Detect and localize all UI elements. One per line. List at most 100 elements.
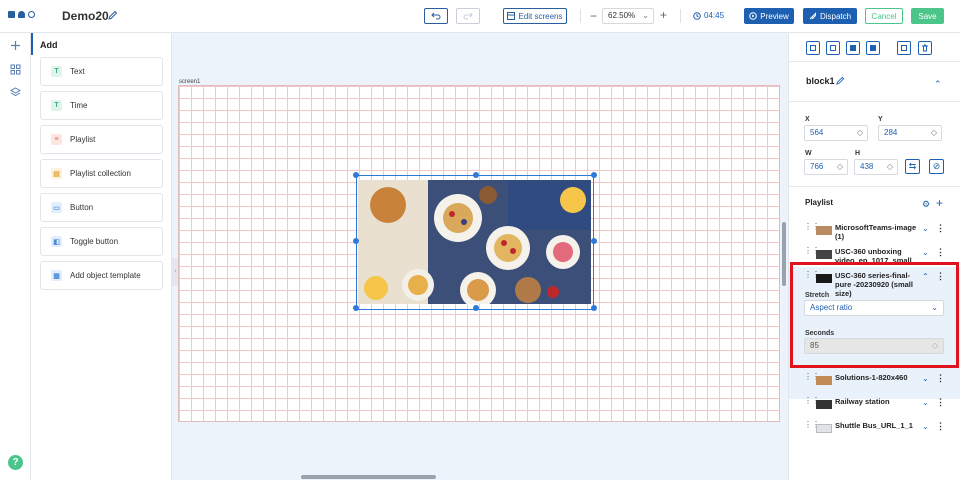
rocket-icon bbox=[809, 12, 816, 20]
drag-handle-icon[interactable]: ⋮⋮ bbox=[804, 223, 820, 231]
divider bbox=[789, 101, 960, 102]
resize-handle[interactable] bbox=[591, 305, 597, 311]
h-input[interactable]: 438 ◇ bbox=[854, 159, 898, 175]
add-playlist-collection-item[interactable]: ▤ Playlist collection bbox=[40, 159, 163, 188]
y-label: Y bbox=[878, 116, 883, 123]
add-time-item[interactable]: T Time bbox=[40, 91, 163, 120]
add-item-label: Toggle button bbox=[70, 237, 119, 246]
add-panel: Add T Text T Time ≡ Playlist ▤ Playlist … bbox=[31, 33, 172, 480]
drag-handle-icon[interactable]: ⋮⋮ bbox=[804, 421, 820, 429]
redo-icon bbox=[463, 12, 473, 20]
y-input[interactable]: 284 ◇ bbox=[878, 125, 942, 141]
h-value: 438 bbox=[860, 162, 874, 171]
cancel-button[interactable]: Cancel bbox=[865, 8, 903, 24]
add-item-label: Playlist collection bbox=[70, 169, 131, 178]
stepper-icon[interactable]: ◇ bbox=[887, 160, 893, 174]
bring-to-front-icon[interactable] bbox=[846, 41, 860, 55]
selected-block[interactable] bbox=[353, 172, 597, 311]
resize-handle[interactable] bbox=[353, 238, 359, 244]
add-button-item[interactable]: ▭ Button bbox=[40, 193, 163, 222]
left-rail: ? bbox=[0, 33, 31, 480]
add-playlist-item[interactable]: ≡ Playlist bbox=[40, 125, 163, 154]
vertical-scrollbar[interactable] bbox=[782, 222, 786, 286]
save-button[interactable]: Save bbox=[911, 8, 944, 24]
add-toggle-button-item[interactable]: ◧ Toggle button bbox=[40, 227, 163, 256]
drag-handle-icon[interactable]: ⋮⋮ bbox=[804, 373, 820, 381]
edit-screens-button[interactable]: Edit screens bbox=[503, 8, 567, 24]
playlist-item[interactable]: ⋮⋮ Railway station ⌄ ⋮ bbox=[804, 394, 954, 416]
zoom-value: 62.50% bbox=[608, 11, 636, 20]
zoom-select[interactable]: 62.50% ⌄ bbox=[602, 8, 654, 24]
chevron-down-icon[interactable]: ⌄ bbox=[922, 374, 929, 383]
bring-forward-icon[interactable] bbox=[806, 41, 820, 55]
cancel-label: Cancel bbox=[871, 11, 897, 21]
add-text-item[interactable]: T Text bbox=[40, 57, 163, 86]
playlist-item[interactable]: ⋮⋮ Solutions-1-820x460 ⌄ ⋮ bbox=[804, 370, 954, 392]
send-backward-icon[interactable] bbox=[826, 41, 840, 55]
toggle-button-icon: ◧ bbox=[51, 236, 62, 247]
add-item-label: Text bbox=[70, 67, 85, 76]
playlist-icon: ≡ bbox=[51, 134, 62, 145]
duplicate-icon[interactable] bbox=[897, 41, 911, 55]
zoom-in-button[interactable]: + bbox=[660, 8, 667, 22]
drag-handle-icon[interactable]: ⋮⋮ bbox=[804, 247, 820, 255]
divider bbox=[789, 186, 960, 187]
resize-handle[interactable] bbox=[473, 172, 479, 178]
swap-dimensions-icon[interactable]: ⇆ bbox=[905, 159, 920, 174]
more-vertical-icon[interactable]: ⋮ bbox=[936, 247, 945, 258]
add-panel-title: Add bbox=[40, 40, 58, 50]
help-button[interactable]: ? bbox=[8, 455, 23, 470]
gear-icon[interactable]: ⚙ bbox=[922, 199, 930, 210]
zoom-out-button[interactable]: − bbox=[590, 9, 597, 23]
chevron-down-icon: ⌄ bbox=[642, 11, 649, 20]
plus-icon[interactable] bbox=[10, 40, 21, 51]
block-name: block1 bbox=[806, 76, 835, 86]
dispatch-button[interactable]: Dispatch bbox=[803, 8, 857, 24]
clock-time: 04:45 bbox=[704, 11, 725, 20]
edit-screens-label: Edit screens bbox=[518, 11, 563, 21]
preview-button[interactable]: Preview bbox=[744, 8, 794, 24]
resize-handle[interactable] bbox=[473, 305, 479, 311]
drag-handle-icon[interactable]: ⋮⋮ bbox=[804, 397, 820, 405]
add-playlist-item-icon[interactable]: + bbox=[936, 196, 943, 210]
undo-button[interactable] bbox=[424, 8, 448, 24]
link-icon[interactable]: ⊘ bbox=[929, 159, 944, 174]
play-circle-icon bbox=[749, 12, 758, 20]
rename-pencil-icon[interactable] bbox=[836, 76, 845, 85]
chevron-down-icon[interactable]: ⌄ bbox=[922, 422, 929, 431]
chevron-down-icon[interactable]: ⌄ bbox=[922, 248, 929, 257]
layers-icon[interactable] bbox=[10, 87, 21, 98]
stepper-icon[interactable]: ◇ bbox=[931, 126, 937, 140]
playlist-item[interactable]: ⋮⋮ MicrosoftTeams-image (1) ⌄ ⋮ bbox=[804, 220, 954, 242]
chevron-down-icon[interactable]: ⌄ bbox=[922, 224, 929, 233]
resize-handle[interactable] bbox=[353, 305, 359, 311]
send-to-back-icon[interactable] bbox=[866, 41, 880, 55]
grid-icon[interactable] bbox=[10, 64, 21, 75]
item-thumbnail bbox=[816, 376, 832, 385]
top-bar: Demo20 Edit screens − 62.50% ⌄ + 04:45 P… bbox=[0, 0, 960, 33]
redo-button[interactable] bbox=[456, 8, 480, 24]
add-object-template-item[interactable]: ▦ Add object template bbox=[40, 261, 163, 290]
more-vertical-icon[interactable]: ⋮ bbox=[936, 373, 945, 384]
x-input[interactable]: 564 ◇ bbox=[804, 125, 868, 141]
chevron-down-icon[interactable]: ⌄ bbox=[922, 398, 929, 407]
stepper-icon[interactable]: ◇ bbox=[837, 160, 843, 174]
more-vertical-icon[interactable]: ⋮ bbox=[936, 421, 945, 432]
playlist-collection-icon: ▤ bbox=[51, 168, 62, 179]
playlist-item[interactable]: ⋮⋮ Shuttle Bus_URL_1_1 ⌄ ⋮ bbox=[804, 418, 954, 440]
clock-icon bbox=[693, 11, 701, 20]
resize-handle[interactable] bbox=[353, 172, 359, 178]
resize-handle[interactable] bbox=[591, 172, 597, 178]
more-vertical-icon[interactable]: ⋮ bbox=[936, 223, 945, 234]
trash-icon[interactable] bbox=[918, 41, 932, 55]
horizontal-scrollbar[interactable] bbox=[301, 475, 436, 479]
w-input[interactable]: 766 ◇ bbox=[804, 159, 848, 175]
add-item-label: Playlist bbox=[70, 135, 96, 144]
edit-title-pencil-icon[interactable] bbox=[108, 10, 118, 20]
chevron-up-icon[interactable]: ⌃ bbox=[934, 79, 942, 90]
stepper-icon[interactable]: ◇ bbox=[857, 126, 863, 140]
resize-handle[interactable] bbox=[591, 238, 597, 244]
x-label: X bbox=[805, 116, 810, 123]
playlist-item-name: Railway station bbox=[835, 397, 890, 406]
more-vertical-icon[interactable]: ⋮ bbox=[936, 397, 945, 408]
